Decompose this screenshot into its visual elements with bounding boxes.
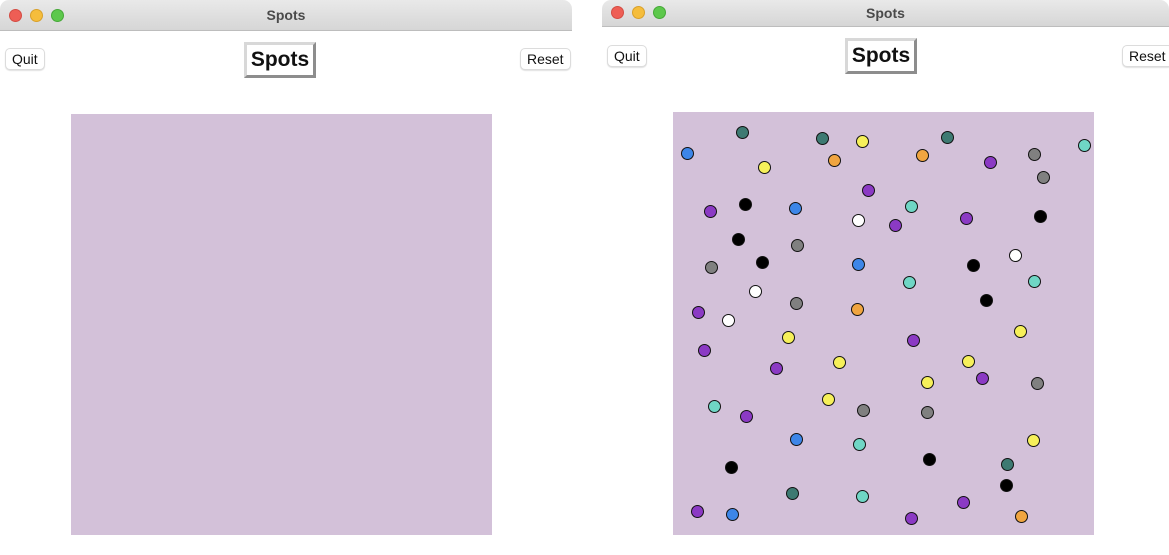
- spot-purple: [692, 306, 705, 319]
- spot-purple: [698, 344, 711, 357]
- spot-gray: [705, 261, 718, 274]
- spot-blue: [852, 258, 865, 271]
- spot-black: [725, 461, 738, 474]
- spot-teal: [736, 126, 749, 139]
- reset-button[interactable]: Reset: [1122, 45, 1169, 67]
- spot-aqua: [903, 276, 916, 289]
- spot-aqua: [905, 200, 918, 213]
- spot-blue: [789, 202, 802, 215]
- quit-button[interactable]: Quit: [607, 45, 647, 67]
- spots-heading: Spots: [845, 38, 917, 74]
- spot-blue: [726, 508, 739, 521]
- spot-aqua: [708, 400, 721, 413]
- spot-gray: [857, 404, 870, 417]
- spot-black: [732, 233, 745, 246]
- spot-aqua: [853, 438, 866, 451]
- spot-purple: [960, 212, 973, 225]
- spot-purple: [704, 205, 717, 218]
- title-bar[interactable]: Spots: [0, 0, 572, 31]
- spot-blue: [790, 433, 803, 446]
- spot-purple: [905, 512, 918, 525]
- spot-purple: [770, 362, 783, 375]
- spot-white: [749, 285, 762, 298]
- spot-yellow: [962, 355, 975, 368]
- spot-purple: [889, 219, 902, 232]
- spot-gray: [1037, 171, 1050, 184]
- spot-white: [1009, 249, 1022, 262]
- spot-aqua: [1028, 275, 1041, 288]
- spot-orange: [828, 154, 841, 167]
- spot-teal: [786, 487, 799, 500]
- spot-black: [923, 453, 936, 466]
- spot-teal: [941, 131, 954, 144]
- spot-purple: [957, 496, 970, 509]
- spot-gray: [1028, 148, 1041, 161]
- spots-window-filled: Spots Quit Spots Reset: [602, 0, 1169, 555]
- spot-purple: [691, 505, 704, 518]
- spot-orange: [851, 303, 864, 316]
- spot-blue: [681, 147, 694, 160]
- spot-yellow: [758, 161, 771, 174]
- spots-heading: Spots: [244, 42, 316, 78]
- spot-gray: [1031, 377, 1044, 390]
- spot-gray: [921, 406, 934, 419]
- spot-white: [722, 314, 735, 327]
- spot-teal: [816, 132, 829, 145]
- spot-orange: [1015, 510, 1028, 523]
- spots-canvas[interactable]: [71, 114, 492, 535]
- spot-gray: [791, 239, 804, 252]
- spot-purple: [984, 156, 997, 169]
- title-bar[interactable]: Spots: [602, 0, 1169, 27]
- spots-window-empty: Spots Quit Spots Reset: [0, 0, 572, 555]
- spot-black: [756, 256, 769, 269]
- spot-purple: [862, 184, 875, 197]
- spot-purple: [907, 334, 920, 347]
- spot-black: [967, 259, 980, 272]
- window-title: Spots: [866, 5, 905, 21]
- quit-button[interactable]: Quit: [5, 48, 45, 70]
- spot-black: [980, 294, 993, 307]
- spot-purple: [740, 410, 753, 423]
- spot-aqua: [856, 490, 869, 503]
- spot-yellow: [833, 356, 846, 369]
- spot-white: [852, 214, 865, 227]
- spot-yellow: [856, 135, 869, 148]
- spot-yellow: [782, 331, 795, 344]
- spot-yellow: [1027, 434, 1040, 447]
- spot-teal: [1001, 458, 1014, 471]
- spot-yellow: [921, 376, 934, 389]
- spot-black: [1000, 479, 1013, 492]
- spot-yellow: [822, 393, 835, 406]
- spot-purple: [976, 372, 989, 385]
- spot-aqua: [1078, 139, 1091, 152]
- reset-button[interactable]: Reset: [520, 48, 571, 70]
- spot-orange: [916, 149, 929, 162]
- spots-canvas[interactable]: [673, 112, 1094, 535]
- window-title: Spots: [266, 7, 306, 23]
- spot-gray: [790, 297, 803, 310]
- spot-black: [1034, 210, 1047, 223]
- spot-black: [739, 198, 752, 211]
- spot-yellow: [1014, 325, 1027, 338]
